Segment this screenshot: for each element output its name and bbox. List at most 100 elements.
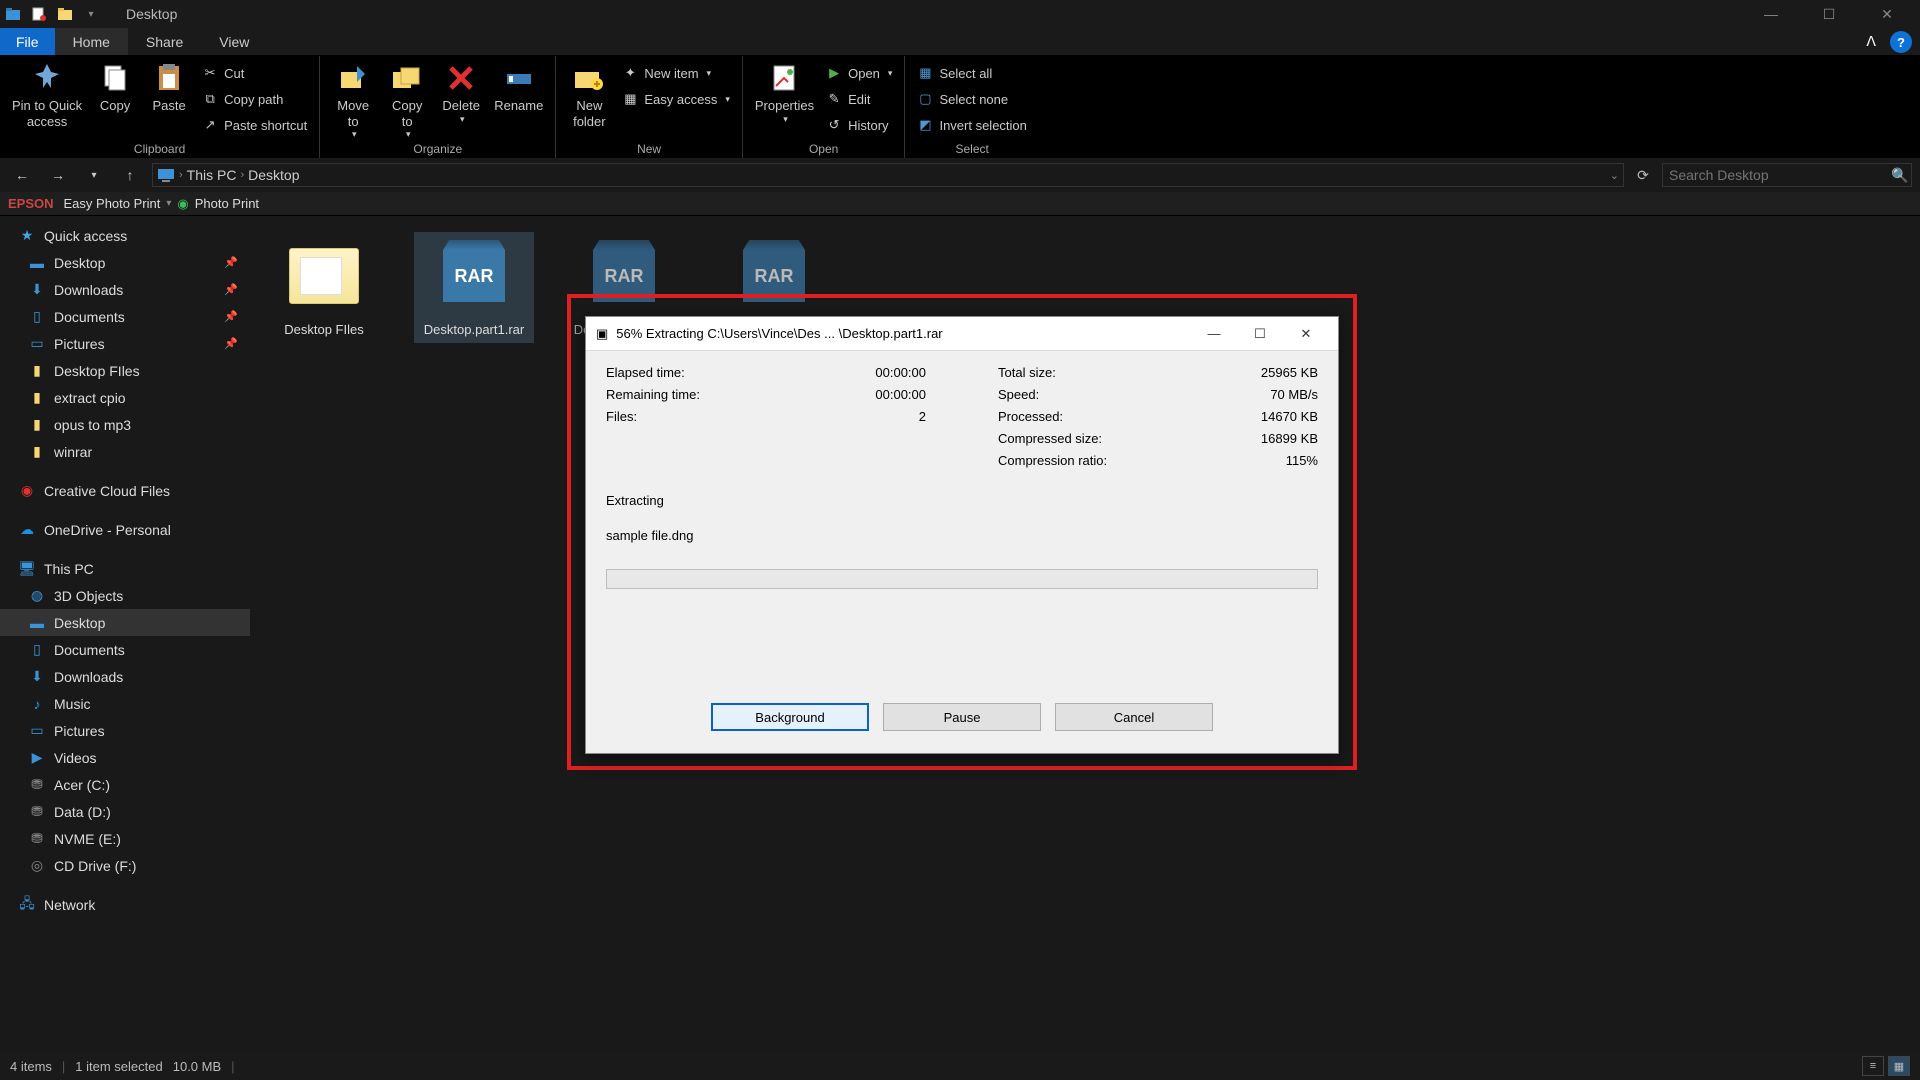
nav-item[interactable]: ⛃Data (D:)	[0, 798, 250, 825]
dropdown-icon[interactable]: ▾	[166, 198, 171, 209]
nav-item[interactable]: ▶Videos	[0, 744, 250, 771]
nav-item[interactable]: ◎CD Drive (F:)	[0, 852, 250, 879]
easy-photo-print-button[interactable]: Easy Photo Print	[64, 196, 161, 211]
nav-this-pc[interactable]: 🖥This PC	[0, 555, 250, 582]
pin-icon: 📌	[224, 310, 238, 323]
nav-item[interactable]: ▭Pictures📌	[0, 330, 250, 357]
refresh-button[interactable]: ⟳	[1632, 167, 1654, 184]
qat-item-icon[interactable]	[30, 5, 48, 23]
view-details-button[interactable]: ≡	[1862, 1056, 1884, 1076]
folder-icon: ▮	[28, 443, 46, 461]
help-icon[interactable]: ?	[1890, 31, 1912, 53]
nav-item[interactable]: ▯Documents📌	[0, 303, 250, 330]
copy-to-button[interactable]: Copy to▾	[380, 58, 434, 140]
nav-item[interactable]: ▬Desktop📌	[0, 249, 250, 276]
nav-network[interactable]: 🖧Network	[0, 891, 250, 918]
select-none-button[interactable]: ▢Select none	[911, 86, 1032, 112]
epson-brand: EPSON	[8, 196, 54, 211]
copy-button[interactable]: Copy	[88, 58, 142, 114]
dialog-minimize-button[interactable]: —	[1192, 326, 1236, 342]
dialog-close-button[interactable]: ✕	[1284, 326, 1328, 342]
nav-item[interactable]: ⛃Acer (C:)	[0, 771, 250, 798]
maximize-button[interactable]: ☐	[1800, 6, 1858, 23]
chevron-right-icon[interactable]: ›	[240, 169, 244, 181]
ribbon-collapse-icon[interactable]: ᐱ	[1856, 28, 1886, 55]
qat-folder-icon[interactable]	[56, 5, 74, 23]
nav-item[interactable]: ♪Music	[0, 690, 250, 717]
dialog-titlebar[interactable]: ▣ 56% Extracting C:\Users\Vince\Des ... …	[586, 317, 1338, 351]
file-item-folder[interactable]: Desktop FIles	[264, 232, 384, 343]
star-icon: ★	[18, 227, 36, 245]
chevron-right-icon[interactable]: ›	[179, 169, 183, 181]
crumb-thispc[interactable]: This PC	[187, 167, 237, 183]
breadcrumb[interactable]: › This PC › Desktop ⌄	[152, 163, 1624, 187]
value: 00:00:00	[875, 365, 926, 387]
copy-path-button[interactable]: ⧉Copy path	[196, 86, 313, 112]
dialog-maximize-button[interactable]: ☐	[1238, 326, 1282, 342]
qat-dropdown-icon[interactable]: ▾	[82, 5, 100, 23]
forward-button[interactable]: →	[44, 167, 72, 183]
nav-item[interactable]: ⛃NVME (E:)	[0, 825, 250, 852]
nav-item-desktop[interactable]: ▬Desktop	[0, 609, 250, 636]
file-name: Desktop.part1.rar	[424, 322, 524, 337]
nav-item[interactable]: ◍3D Objects	[0, 582, 250, 609]
select-all-button[interactable]: ▦Select all	[911, 60, 1032, 86]
nav-item[interactable]: ▭Pictures	[0, 717, 250, 744]
crumb-desktop[interactable]: Desktop	[248, 167, 299, 183]
file-tab[interactable]: File	[0, 28, 55, 55]
nav-item[interactable]: ⬇Downloads📌	[0, 276, 250, 303]
paste-shortcut-button[interactable]: ↗Paste shortcut	[196, 112, 313, 138]
recent-locations-button[interactable]: ▾	[80, 170, 108, 181]
nav-item[interactable]: ▮opus to mp3	[0, 411, 250, 438]
close-button[interactable]: ✕	[1858, 6, 1916, 23]
nav-quick-access[interactable]: ★Quick access	[0, 222, 250, 249]
home-tab[interactable]: Home	[55, 28, 128, 55]
value: 70 MB/s	[1270, 387, 1318, 409]
folder-icon: ▮	[28, 389, 46, 407]
search-icon[interactable]: 🔍	[1891, 167, 1905, 184]
background-button[interactable]: Background	[711, 703, 869, 731]
creative-cloud-icon: ◉	[18, 482, 36, 500]
rename-button[interactable]: Rename	[488, 58, 549, 114]
address-dropdown-button[interactable]: ⌄	[1610, 169, 1619, 182]
nav-onedrive[interactable]: ☁OneDrive - Personal	[0, 516, 250, 543]
pictures-icon: ▭	[28, 335, 46, 353]
file-item-rar[interactable]: RAR Desktop.part1.rar	[414, 232, 534, 343]
new-folder-button[interactable]: New folder	[562, 58, 616, 129]
history-button[interactable]: ↺History	[820, 112, 898, 138]
pause-button[interactable]: Pause	[883, 703, 1041, 731]
cancel-button[interactable]: Cancel	[1055, 703, 1213, 731]
search-input[interactable]	[1669, 167, 1891, 183]
back-button[interactable]: ←	[8, 167, 36, 183]
view-icons-button[interactable]: ▦	[1888, 1056, 1910, 1076]
paste-button[interactable]: Paste	[142, 58, 196, 114]
share-tab[interactable]: Share	[128, 28, 201, 55]
music-icon: ♪	[28, 695, 46, 713]
nav-item[interactable]: ▯Documents	[0, 636, 250, 663]
edit-button[interactable]: ✎Edit	[820, 86, 898, 112]
search-box[interactable]: 🔍	[1662, 163, 1912, 187]
nav-item[interactable]: ▮winrar	[0, 438, 250, 465]
nav-creative-cloud[interactable]: ◉Creative Cloud Files	[0, 477, 250, 504]
nav-item[interactable]: ▮Desktop FIles	[0, 357, 250, 384]
easy-access-button[interactable]: ▦Easy access▾	[616, 86, 736, 112]
label: Files:	[606, 409, 637, 431]
paste-icon	[153, 62, 185, 94]
new-item-button[interactable]: ✦New item▾	[616, 60, 736, 86]
delete-button[interactable]: Delete▾	[434, 58, 488, 124]
folder-icon: ▮	[28, 362, 46, 380]
minimize-button[interactable]: —	[1742, 6, 1800, 23]
view-tab[interactable]: View	[201, 28, 267, 55]
properties-button[interactable]: Properties▾	[749, 58, 820, 124]
up-button[interactable]: ↑	[116, 167, 144, 183]
nav-item[interactable]: ▮extract cpio	[0, 384, 250, 411]
pin-quick-access-button[interactable]: Pin to Quick access	[6, 58, 88, 129]
delete-icon	[445, 62, 477, 94]
nav-item[interactable]: ⬇Downloads	[0, 663, 250, 690]
open-button[interactable]: ▶Open▾	[820, 60, 898, 86]
group-label: Open	[749, 140, 899, 158]
move-to-button[interactable]: Move to▾	[326, 58, 380, 140]
cut-button[interactable]: ✂Cut	[196, 60, 313, 86]
photo-print-button[interactable]: Photo Print	[195, 196, 259, 211]
invert-selection-button[interactable]: ◩Invert selection	[911, 112, 1032, 138]
